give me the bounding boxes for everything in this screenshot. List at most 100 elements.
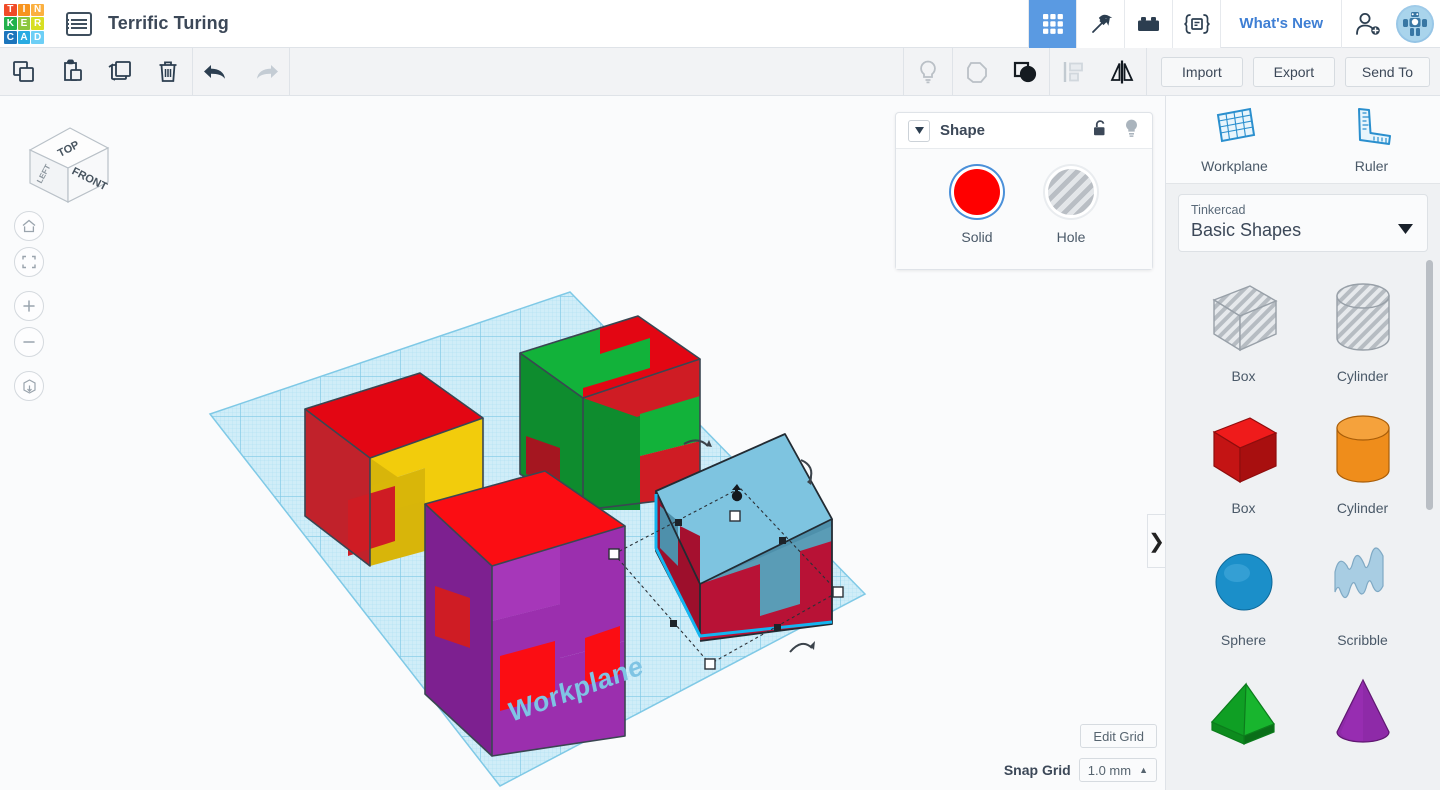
ruler-icon	[1349, 105, 1395, 150]
shape-panel-actions	[1092, 118, 1140, 143]
add-person-icon[interactable]	[1342, 0, 1394, 48]
shape-item-cone[interactable]	[1303, 658, 1422, 764]
copy-button[interactable]	[0, 48, 48, 96]
lego-brick-icon[interactable]	[1124, 0, 1173, 48]
view-cube[interactable]: TOP FRONT LEFT	[8, 110, 120, 205]
shape-item-label: Box	[1231, 500, 1256, 516]
projection-toggle-button[interactable]	[14, 371, 44, 401]
send-to-button[interactable]: Send To	[1344, 56, 1430, 87]
logo-tile-a: A	[17, 30, 31, 44]
fit-to-view-button[interactable]	[14, 247, 44, 277]
shape-item-label: Cylinder	[1336, 368, 1389, 384]
export-button[interactable]: Export	[1252, 56, 1335, 87]
solid-label: Solid	[961, 229, 993, 245]
workplane-grid-icon	[1212, 105, 1258, 150]
snap-grid-row: Snap Grid 1.0 mm ▲	[1004, 758, 1157, 782]
shapes-sidebar: Workplane Ruler Tinkercad Basic Shapes B…	[1165, 96, 1440, 790]
snap-grid-value: 1.0 mm	[1087, 762, 1132, 778]
shapes-grid-scroll[interactable]: Box Cylinder Box Cylinder Sphere Scribbl…	[1166, 256, 1440, 790]
shape-item-cylinder[interactable]: Cylinder	[1303, 394, 1422, 516]
sidebar-tool-workplane-label: Workplane	[1201, 158, 1268, 174]
shape-item-sphere[interactable]: Sphere	[1184, 526, 1303, 648]
snap-grid-label: Snap Grid	[1003, 762, 1071, 778]
solid-color-swatch[interactable]	[954, 169, 1000, 215]
paste-button[interactable]	[48, 48, 96, 96]
library-selector[interactable]: Tinkercad Basic Shapes	[1178, 194, 1428, 252]
logo-tile-k: K	[4, 17, 17, 30]
shape-item-roof[interactable]	[1184, 658, 1303, 764]
view-controls: TOP FRONT LEFT	[8, 110, 123, 401]
chevron-up-icon: ▲	[1139, 765, 1148, 775]
edit-toolbar: Import Export Send To	[0, 47, 1440, 96]
puzzle-cube-purple[interactable]	[424, 470, 626, 757]
logo-tile-c: C	[4, 30, 17, 44]
avatar[interactable]	[1396, 4, 1434, 43]
hole-color-swatch[interactable]	[1048, 169, 1094, 215]
codeblocks-icon[interactable]	[1172, 0, 1221, 48]
solid-box-icon	[1200, 404, 1288, 496]
toolbar-divider-6	[1145, 47, 1147, 96]
history-group	[193, 48, 289, 96]
whats-new-link[interactable]: What's New	[1220, 0, 1342, 48]
sidebar-scrollbar[interactable]	[1426, 260, 1433, 510]
shape-panel-title: Shape	[940, 122, 986, 139]
pickaxe-icon[interactable]	[1076, 0, 1125, 48]
shape-option-hole[interactable]: Hole	[1048, 169, 1094, 245]
duplicate-button[interactable]	[96, 48, 144, 96]
scribble-icon	[1319, 536, 1407, 628]
shape-item-label: Sphere	[1220, 632, 1267, 648]
library-collection: Basic Shapes	[1191, 220, 1302, 240]
shape-type-options: Solid Hole	[896, 149, 1152, 269]
shapes-grid: Box Cylinder Box Cylinder Sphere Scribbl…	[1166, 262, 1440, 764]
hole-cylinder-icon	[1319, 272, 1407, 364]
edit-grid-button[interactable]: Edit Grid	[1080, 724, 1157, 748]
cone-icon	[1319, 668, 1407, 760]
align-button[interactable]	[1050, 48, 1098, 96]
shape-blob-icon[interactable]	[953, 48, 1001, 96]
sidebar-tool-ruler[interactable]: Ruler	[1303, 96, 1440, 183]
shape-item-hole-box[interactable]: Box	[1184, 262, 1303, 384]
list-menu-icon[interactable]	[66, 11, 92, 36]
page-title: Terrific Turing	[108, 13, 229, 33]
tinkercad-logo[interactable]: TIN KER CAD	[2, 2, 46, 46]
clipboard-group	[0, 48, 192, 96]
hole-box-icon	[1200, 272, 1288, 364]
shape-item-label: Cylinder	[1336, 500, 1389, 516]
shape-item-hole-cylinder[interactable]: Cylinder	[1303, 262, 1422, 384]
collapse-caret-button[interactable]	[908, 119, 930, 142]
undo-button[interactable]	[193, 48, 241, 96]
logo-tile-d: D	[31, 30, 44, 44]
panel-collapse-toggle[interactable]: ❯	[1147, 514, 1165, 568]
lightbulb-icon[interactable]	[1123, 118, 1140, 143]
grid-controls: Edit Grid Snap Grid 1.0 mm ▲	[1004, 724, 1157, 782]
delete-button[interactable]	[144, 48, 192, 96]
lightbulb-icon[interactable]	[904, 48, 952, 96]
hole-label: Hole	[1056, 229, 1086, 245]
snap-grid-select[interactable]: 1.0 mm ▲	[1078, 758, 1157, 782]
top-bar: TINKERCAD Terrific Turing What's New	[0, 0, 1440, 48]
redo-button[interactable]	[241, 48, 289, 96]
group-button[interactable]	[1001, 48, 1049, 96]
logo-tile-t: T	[4, 3, 17, 17]
shape-item-label: Scribble	[1337, 632, 1388, 648]
zoom-out-button[interactable]	[14, 327, 44, 357]
shape-panel-header: Shape	[896, 113, 1152, 149]
library-provider: Tinkercad	[1191, 203, 1246, 217]
shape-item-label: Box	[1231, 368, 1256, 384]
shape-option-solid[interactable]: Solid	[954, 169, 1000, 245]
sidebar-tool-workplane[interactable]: Workplane	[1166, 96, 1303, 183]
shape-item-box[interactable]: Box	[1184, 394, 1303, 516]
unlocked-padlock-icon[interactable]	[1092, 119, 1109, 143]
home-view-button[interactable]	[14, 211, 44, 241]
logo-tile-e: E	[17, 17, 31, 30]
shape-inspector-panel: Shape Solid Hole	[895, 112, 1153, 270]
roof-pyramid-icon	[1200, 668, 1288, 760]
logo-tile-n: N	[31, 3, 44, 17]
shape-item-scribble[interactable]: Scribble	[1303, 526, 1422, 648]
import-button[interactable]: Import	[1160, 56, 1243, 87]
mirror-button[interactable]	[1098, 48, 1146, 96]
top-bar-right: What's New	[1028, 0, 1440, 48]
grid-dashboard-icon[interactable]	[1028, 0, 1077, 48]
logo-tile-r: R	[31, 17, 44, 30]
zoom-in-button[interactable]	[14, 291, 44, 321]
